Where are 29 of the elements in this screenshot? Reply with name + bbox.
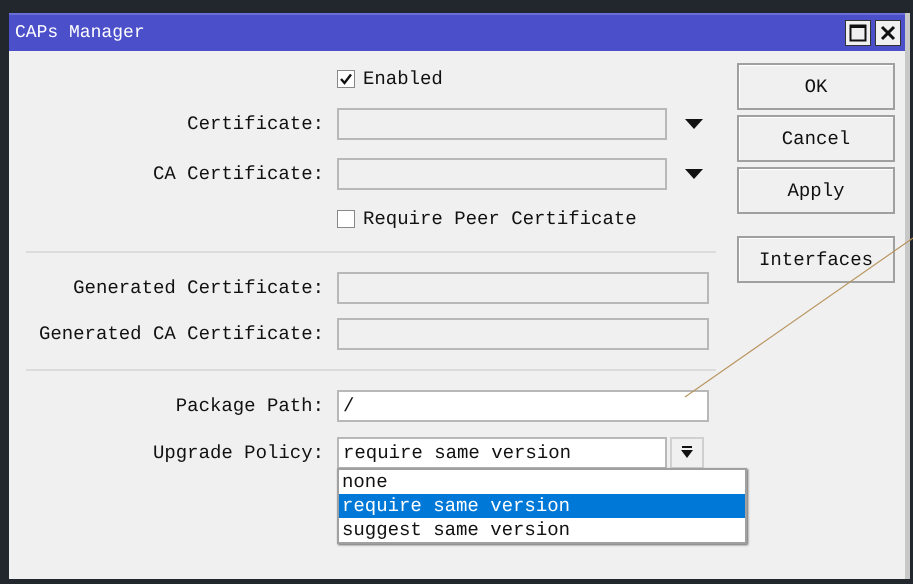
field-label: CA Certificate: [152, 163, 324, 185]
window-title: CAPs Manager [15, 23, 146, 43]
field-label: Package Path: [176, 395, 324, 417]
maximize-icon [849, 24, 867, 42]
dialog-button[interactable]: Cancel [737, 115, 895, 162]
dialog-button[interactable]: Interfaces [737, 236, 895, 283]
input-field[interactable]: / [337, 390, 709, 422]
dropdown-arrow-icon[interactable] [685, 119, 703, 129]
dialog-button[interactable]: Apply [737, 167, 895, 214]
select-field[interactable] [337, 158, 667, 190]
arrow-down-bar-icon [680, 446, 694, 460]
field-label: Upgrade Policy: [152, 442, 324, 464]
dropdown-option[interactable]: suggest same version [339, 518, 745, 542]
close-icon [880, 25, 896, 41]
maximize-button[interactable] [845, 20, 871, 46]
select-field[interactable] [337, 108, 667, 140]
dropdown-option[interactable]: require same version [339, 494, 745, 518]
dropdown-button[interactable] [670, 437, 704, 469]
close-button[interactable] [875, 20, 901, 46]
checkmark-icon [339, 72, 353, 86]
checkbox[interactable]: Require Peer Certificate [337, 208, 720, 230]
dropdown-arrow-icon[interactable] [685, 169, 703, 179]
dropdown-option[interactable]: none [339, 470, 745, 494]
field-label: Generated Certificate: [73, 277, 324, 299]
combo-field[interactable]: require same version [337, 437, 667, 469]
field-label: Generated CA Certificate: [38, 323, 324, 345]
dialog-button[interactable]: OK [737, 63, 895, 110]
field-label: Certificate: [187, 113, 324, 135]
checkbox[interactable]: Enabled [337, 68, 720, 90]
